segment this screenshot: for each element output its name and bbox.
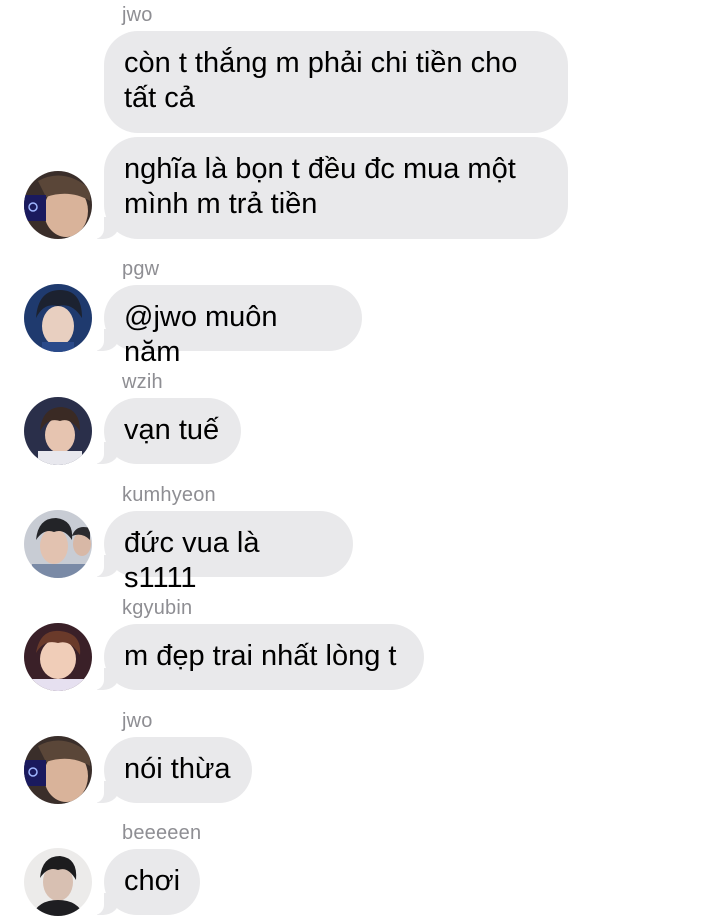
avatar[interactable] xyxy=(24,736,92,804)
message-bubble[interactable]: còn t thắng m phải chi tiền cho tất cả xyxy=(104,31,568,133)
avatar-kumhyeon-icon xyxy=(24,510,92,578)
avatar[interactable] xyxy=(24,397,92,465)
avatar-beeeeen-icon xyxy=(24,848,92,916)
avatar-wzih-icon xyxy=(24,397,92,465)
avatar-kgyubin-icon xyxy=(24,623,92,691)
sender-name: beeeeen xyxy=(122,822,202,844)
sender-name: wzih xyxy=(122,371,163,393)
avatar-jwo-icon xyxy=(24,736,92,804)
message-bubble[interactable]: @jwo muôn năm xyxy=(94,285,362,368)
avatar-jwo-icon xyxy=(24,171,92,239)
avatar[interactable] xyxy=(24,848,92,916)
avatar[interactable] xyxy=(24,623,92,691)
sender-name: pgw xyxy=(122,258,160,280)
message-bubble[interactable]: nghĩa là bọn t đều đc mua một mình m trả… xyxy=(94,137,568,239)
avatar[interactable] xyxy=(24,171,92,239)
sender-name: kumhyeon xyxy=(122,484,216,506)
message-bubble[interactable]: đức vua là s1111 xyxy=(94,511,353,594)
sender-name: kgyubin xyxy=(122,597,193,619)
sender-name: jwo xyxy=(122,710,153,732)
message-bubble[interactable]: vạn tuế xyxy=(94,398,241,464)
message-bubble[interactable]: m đẹp trai nhất lòng t xyxy=(94,624,424,690)
chat-thread: jwo còn t thắng m phải chi tiền cho tất … xyxy=(0,0,720,916)
avatar[interactable] xyxy=(24,284,92,352)
avatar-pgw-icon xyxy=(24,284,92,352)
message-bubble[interactable]: nói thừa xyxy=(94,737,252,803)
avatar[interactable] xyxy=(24,510,92,578)
sender-name: jwo xyxy=(122,4,153,26)
message-bubble[interactable]: chơi xyxy=(94,849,200,915)
